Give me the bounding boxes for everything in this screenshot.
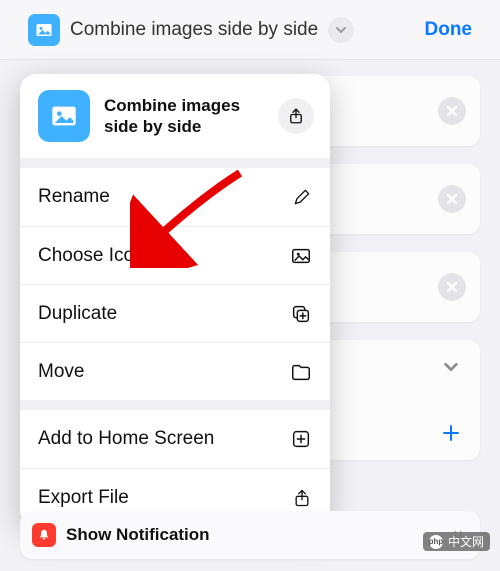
menu-header: Combine images side by side [20,74,330,158]
collapse-toggle[interactable] [438,354,464,380]
shortcut-app-icon[interactable] [28,14,60,46]
menu-title: Combine images side by side [104,95,264,138]
share-icon [287,107,305,125]
action-show-notification[interactable]: Show Notification [20,511,480,559]
title-menu-toggle[interactable] [328,17,354,43]
notification-app-icon [32,523,56,547]
watermark: php中文网 [423,532,490,551]
folder-icon [290,361,312,383]
export-icon [292,488,312,508]
chevron-down-icon [443,359,459,375]
close-icon [446,105,458,117]
chevron-down-icon [335,24,347,36]
duplicate-icon [290,303,312,325]
menu-item-label: Duplicate [38,303,117,325]
shortcut-large-icon [38,90,90,142]
navbar: Combine images side by side Done [0,0,500,60]
add-square-icon [290,428,312,450]
menu-item-label: Rename [38,186,110,208]
watermark-text: 中文网 [448,533,484,550]
menu-item-add-home[interactable]: Add to Home Screen [20,410,330,468]
menu-item-choose-icon[interactable]: Choose Icon [20,226,330,284]
menu-item-label: Choose Icon [38,245,145,267]
share-button[interactable] [278,98,314,134]
pencil-icon [292,187,312,207]
menu-item-label: Add to Home Screen [38,428,214,450]
menu-item-rename[interactable]: Rename [20,168,330,226]
action-label: Show Notification [66,525,440,545]
menu-item-duplicate[interactable]: Duplicate [20,284,330,342]
menu-item-move[interactable]: Move [20,342,330,400]
page-title: Combine images side by side [70,19,318,41]
shortcut-context-menu: Combine images side by side Rename Choos… [20,74,330,526]
close-icon [446,193,458,205]
bell-icon [37,528,51,542]
delete-action-button[interactable] [438,273,466,301]
menu-item-label: Move [38,361,84,383]
image-icon [35,21,53,39]
add-parameter-button[interactable] [438,420,464,446]
close-icon [446,281,458,293]
plus-icon [441,423,461,443]
delete-action-button[interactable] [438,185,466,213]
image-icon [290,245,312,267]
done-button[interactable]: Done [425,19,473,41]
image-icon [50,102,78,130]
delete-action-button[interactable] [438,97,466,125]
menu-item-label: Export File [38,487,129,509]
